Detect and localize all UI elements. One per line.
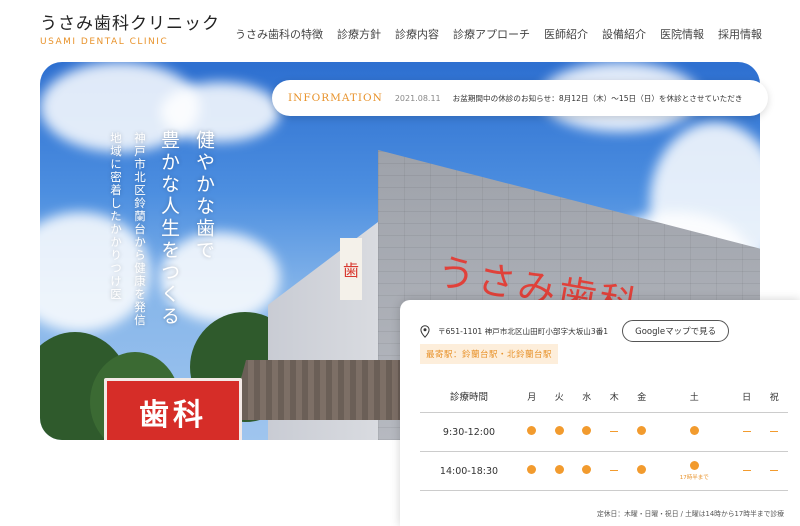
open-mark	[689, 461, 699, 470]
open-mark	[637, 465, 647, 474]
nav-recruit[interactable]: 採用情報	[718, 26, 762, 42]
cell-holiday	[760, 412, 788, 452]
nav-facilities[interactable]: 設備紹介	[602, 26, 646, 42]
street-sign: 歯科	[104, 378, 242, 440]
cell-sat: 17時半まで	[655, 451, 733, 491]
information-date: 2021.08.11	[394, 93, 441, 103]
cell-thu	[600, 412, 628, 452]
header-mon: 月	[518, 380, 546, 413]
closed-days-note: 定休日：木曜・日曜・祝日 / 土曜は14時から17時半まで診療	[596, 510, 784, 518]
nav-features[interactable]: うさみ歯科の特徴	[235, 26, 323, 42]
cell-mon	[518, 412, 546, 452]
header-sat: 土	[655, 380, 733, 413]
tagline-sub-1: 神戸市北区鈴蘭台から健康を発信	[133, 132, 147, 327]
cell-fri	[628, 451, 656, 491]
closed-mark	[742, 430, 751, 433]
google-maps-button[interactable]: Googleマップで見る	[622, 320, 730, 342]
open-mark	[527, 426, 537, 435]
cell-fri	[628, 412, 656, 452]
cell-sat	[655, 412, 733, 452]
address-row: 〒651-1101 神戸市北区山田町小部字大坂山3番1 Googleマップで見る	[420, 320, 730, 342]
cell-sun	[732, 451, 761, 491]
closed-mark	[742, 469, 751, 472]
cell-wed	[573, 451, 601, 491]
nav-approach[interactable]: 診療アプローチ	[453, 26, 530, 42]
cell-mon	[518, 451, 546, 491]
open-mark	[637, 426, 647, 435]
nav-policy[interactable]: 診療方針	[337, 26, 381, 42]
header-wed: 水	[573, 380, 601, 413]
table-row: 14:00-18:30 17時半まで	[420, 451, 788, 491]
consultation-hours-table: 診療時間 月 火 水 木 金 土 日 祝 9:30-12:00 14:00-18…	[420, 380, 788, 491]
open-mark	[554, 426, 564, 435]
closed-mark	[610, 430, 619, 433]
closed-mark	[610, 469, 619, 472]
table-row: 9:30-12:00	[420, 412, 788, 452]
nav-doctors[interactable]: 医師紹介	[544, 26, 588, 42]
building-vertical-sign: 歯	[340, 238, 362, 300]
logo-english: USAMI DENTAL CLINIC	[40, 37, 169, 47]
time-slot: 14:00-18:30	[420, 451, 518, 491]
information-label: INFORMATION	[288, 92, 383, 104]
header-hours: 診療時間	[420, 380, 518, 413]
cell-holiday	[760, 451, 788, 491]
map-pin-icon	[420, 324, 430, 338]
schedule-card: 〒651-1101 神戸市北区山田町小部字大坂山3番1 Googleマップで見る…	[400, 300, 800, 526]
header-holiday: 祝	[760, 380, 788, 413]
header-thu: 木	[600, 380, 628, 413]
cell-tue	[545, 412, 573, 452]
tagline-line-2: 豊かな人生をつくる	[158, 130, 180, 328]
nav-treatments[interactable]: 診療内容	[395, 26, 439, 42]
information-text[interactable]: お盆期間中の休診のお知らせ：8月12日（木）〜15日（日）を休診とさせていただき	[453, 93, 743, 104]
nearest-station: 最寄駅：鈴蘭台駅・北鈴蘭台駅	[420, 344, 559, 364]
closed-mark	[770, 469, 779, 472]
open-mark	[582, 465, 592, 474]
open-mark	[582, 426, 592, 435]
nav-clinic-info[interactable]: 医院情報	[660, 26, 704, 42]
cell-wed	[573, 412, 601, 452]
open-mark	[554, 465, 564, 474]
information-banner[interactable]: INFORMATION 2021.08.11 お盆期間中の休診のお知らせ：8月1…	[272, 80, 768, 116]
clinic-logo[interactable]: うさみ歯科クリニック USAMI DENTAL CLINIC	[40, 14, 220, 47]
main-nav: うさみ歯科の特徴 診療方針 診療内容 診療アプローチ 医師紹介 設備紹介 医院情…	[235, 26, 762, 42]
open-mark	[689, 426, 699, 435]
tagline-sub-2: 地域に密着したかかりつけ医	[109, 132, 123, 301]
cell-sun	[732, 412, 761, 452]
cell-tue	[545, 451, 573, 491]
open-mark	[527, 465, 537, 474]
header-sun: 日	[732, 380, 761, 413]
table-header-row: 診療時間 月 火 水 木 金 土 日 祝	[420, 380, 788, 413]
logo-japanese: うさみ歯科クリニック	[40, 14, 220, 34]
saturday-hours-note: 17時半まで	[679, 475, 709, 481]
time-slot: 9:30-12:00	[420, 412, 518, 452]
hero-tagline: 健やかな歯で 豊かな人生をつくる 神戸市北区鈴蘭台から健康を発信 地域に密着した…	[108, 130, 218, 328]
header-fri: 金	[628, 380, 656, 413]
clinic-address: 〒651-1101 神戸市北区山田町小部字大坂山3番1	[438, 326, 609, 336]
street-sign-text: 歯科	[139, 398, 207, 433]
cell-thu	[600, 451, 628, 491]
closed-mark	[770, 430, 779, 433]
tagline-line-1: 健やかな歯で	[193, 130, 215, 262]
header-tue: 火	[545, 380, 573, 413]
